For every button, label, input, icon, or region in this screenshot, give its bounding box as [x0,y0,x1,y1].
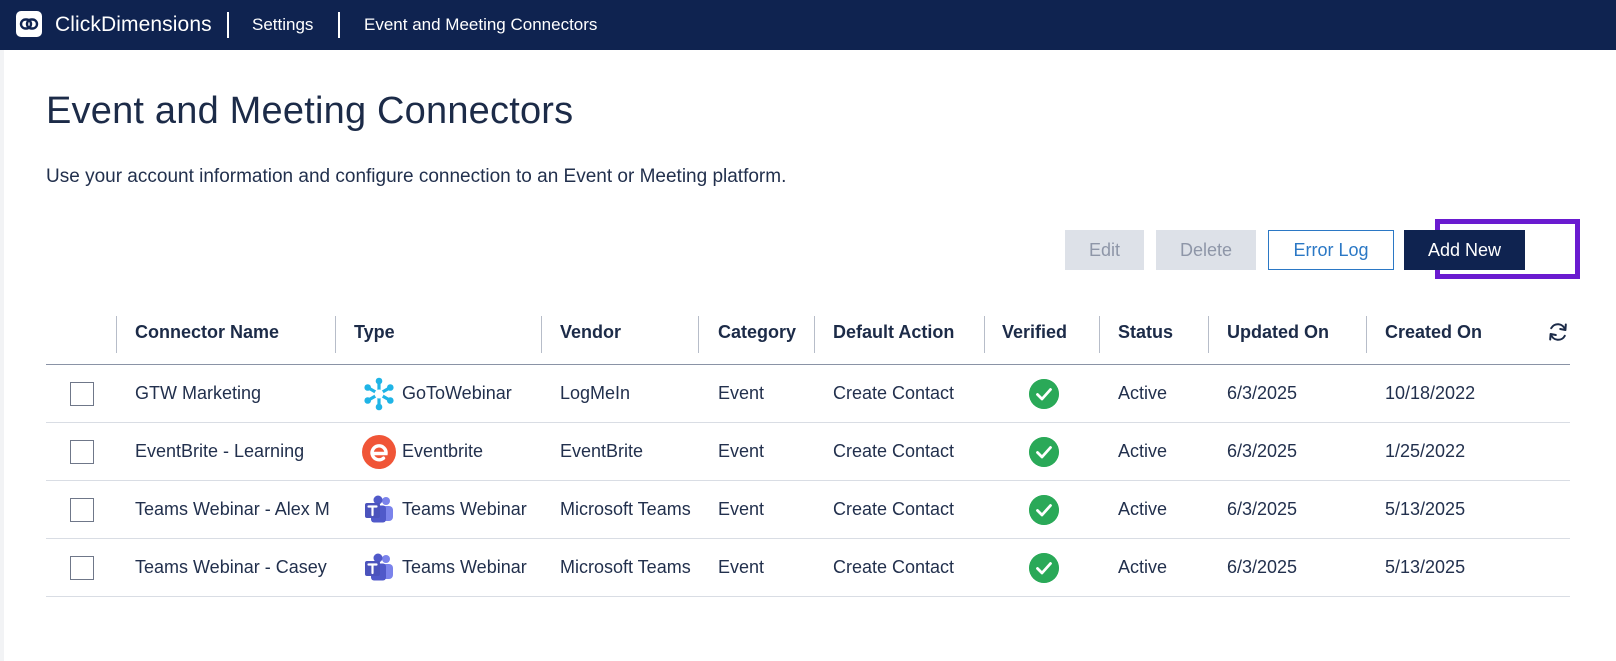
type-cell: Eventbrite [402,441,484,461]
type-cell: Teams Webinar [402,499,527,519]
breadcrumb-current: Event and Meeting Connectors [364,15,598,34]
status-cell: Active [1118,499,1168,519]
column-header-type[interactable]: Type [354,322,395,343]
column-header-created-on[interactable]: Created On [1385,322,1482,343]
row-checkbox[interactable] [70,556,94,580]
category-cell: Event [718,557,765,577]
connector-name-cell[interactable]: GTW Marketing [135,383,261,404]
breadcrumb-settings[interactable]: Settings [252,15,313,35]
verified-check-icon [1029,437,1059,467]
default-action-cell: Create Contact [833,441,955,461]
created-on-cell: 5/13/2025 [1385,557,1466,577]
created-on-cell: 10/18/2022 [1385,383,1476,403]
created-on-cell: 5/13/2025 [1385,499,1466,519]
vendor-cell: LogMeIn [560,383,631,403]
top-bar: ClickDimensions Settings Event and Meeti… [0,0,1616,50]
status-cell: Active [1118,441,1168,461]
gotowebinar-icon [364,377,394,411]
error-log-button[interactable]: Error Log [1268,230,1394,270]
table-header: Connector Name Type Vendor Category Defa… [46,312,1570,365]
row-checkbox[interactable] [70,382,94,406]
column-divider [814,316,815,353]
column-header-updated-on[interactable]: Updated On [1227,322,1329,343]
delete-button[interactable]: Delete [1156,230,1256,270]
column-header-category[interactable]: Category [718,322,796,343]
eventbrite-icon [362,435,396,469]
edit-button[interactable]: Edit [1065,230,1144,270]
connectors-table: Connector Name Type Vendor Category Defa… [46,312,1570,597]
vendor-cell: Microsoft Teams [560,499,691,519]
column-divider [1208,316,1209,353]
default-action-cell: Create Contact [833,499,955,519]
default-action-cell: Create Contact [833,557,955,577]
status-cell: Active [1118,557,1168,577]
vendor-cell: Microsoft Teams [560,557,691,577]
connector-name-cell[interactable]: Teams Webinar - Casey [135,557,327,578]
table-row[interactable]: Teams Webinar - Casey Teams Webinar Micr… [46,539,1570,597]
vendor-cell: EventBrite [560,441,644,461]
column-divider [984,316,985,353]
breadcrumb-separator [227,12,229,38]
updated-on-cell: 6/3/2025 [1227,557,1298,577]
verified-check-icon [1029,379,1059,409]
column-divider [541,316,542,353]
connector-name-cell[interactable]: EventBrite - Learning [135,441,304,462]
clickdimensions-logo-icon[interactable] [16,11,42,37]
verified-check-icon [1029,553,1059,583]
add-new-button[interactable]: Add New [1404,230,1525,270]
refresh-icon[interactable] [1547,321,1569,343]
teams-icon [365,553,393,581]
updated-on-cell: 6/3/2025 [1227,499,1298,519]
connector-name-cell[interactable]: Teams Webinar - Alex M [135,499,330,520]
category-cell: Event [718,499,765,519]
teams-icon [365,495,393,523]
row-checkbox[interactable] [70,440,94,464]
column-divider [1099,316,1100,353]
column-divider [116,316,117,353]
table-row[interactable]: EventBrite - Learning Eventbrite EventBr… [46,423,1570,481]
updated-on-cell: 6/3/2025 [1227,383,1298,403]
column-divider [335,316,336,353]
column-header-vendor[interactable]: Vendor [560,322,621,343]
verified-check-icon [1029,495,1059,525]
column-header-default-action[interactable]: Default Action [833,322,954,343]
row-checkbox[interactable] [70,498,94,522]
default-action-cell: Create Contact [833,383,955,403]
column-divider [1366,316,1367,353]
table-row[interactable]: Teams Webinar - Alex M Teams Webinar Mic… [46,481,1570,539]
column-header-status[interactable]: Status [1118,322,1173,343]
column-header-connector-name[interactable]: Connector Name [135,322,279,343]
page-title: Event and Meeting Connectors [46,90,574,132]
brand-name[interactable]: ClickDimensions [55,13,212,37]
type-cell: Teams Webinar [402,557,527,577]
type-cell: GoToWebinar [402,383,512,403]
breadcrumb-separator [338,12,340,38]
category-cell: Event [718,383,765,403]
left-edge-strip [0,50,4,661]
category-cell: Event [718,441,765,461]
column-header-verified[interactable]: Verified [1002,322,1067,343]
updated-on-cell: 6/3/2025 [1227,441,1298,461]
status-cell: Active [1118,383,1168,403]
column-divider [698,316,699,353]
table-row[interactable]: GTW Marketing GoToWebinar LogMeIn Event … [46,365,1570,423]
created-on-cell: 1/25/2022 [1385,441,1466,461]
page-description: Use your account information and configu… [46,166,787,187]
